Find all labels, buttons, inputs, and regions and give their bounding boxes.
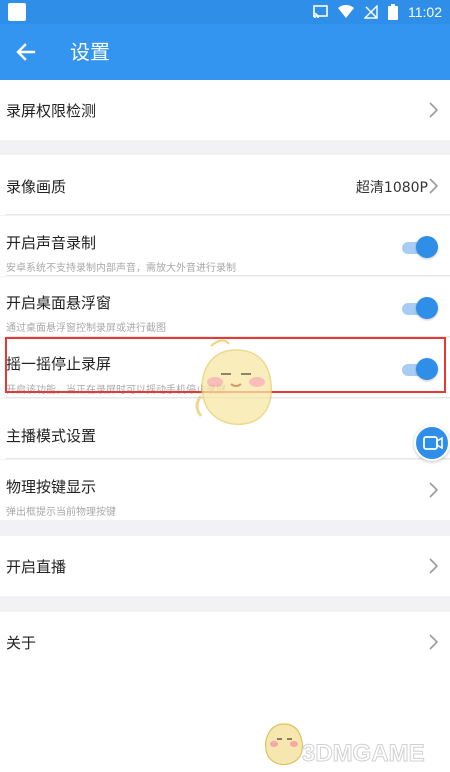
no-signal-icon [364, 5, 378, 19]
chevron-right-icon [429, 558, 438, 574]
app-bar: 设置 [0, 24, 450, 80]
page-title: 设置 [70, 40, 110, 64]
setting-audio-recording[interactable]: 开启声音录制 安卓系统不支持录制内部声音，需放大外音进行录制 [0, 216, 450, 276]
video-camera-icon [423, 436, 443, 450]
setting-label: 物理按键显示 [6, 478, 97, 496]
setting-label: 开启桌面悬浮窗 [6, 294, 112, 312]
setting-label: 主播模式设置 [6, 427, 97, 445]
setting-label: 关于 [6, 634, 37, 652]
setting-label: 开启直播 [6, 558, 67, 576]
chevron-right-icon [429, 482, 438, 498]
setting-physical-keys-display[interactable]: 物理按键显示 弹出框提示当前物理按键 [0, 460, 450, 520]
mascot-icon [195, 339, 272, 426]
wifi-icon [338, 5, 354, 18]
setting-description: 弹出框提示当前物理按键 [6, 507, 116, 518]
setting-label: 录像画质 [6, 178, 67, 196]
divider [6, 458, 450, 459]
setting-video-quality[interactable]: 录像画质 超清1080P [0, 155, 450, 215]
chevron-right-icon [429, 178, 438, 194]
setting-description: 安卓系统不支持录制内部声音，需放大外音进行录制 [6, 263, 236, 274]
setting-record-permission-check[interactable]: 录屏权限检测 [0, 80, 450, 140]
setting-label: 录屏权限检测 [6, 102, 97, 120]
notification-icon [8, 3, 26, 21]
cast-icon [312, 5, 328, 19]
watermark-mascot-icon [265, 723, 303, 766]
watermark-text: 3DMGAME [302, 740, 426, 768]
divider [6, 275, 450, 276]
back-arrow-icon[interactable] [14, 40, 38, 64]
setting-start-live[interactable]: 开启直播 [0, 536, 450, 596]
battery-icon [388, 4, 398, 20]
video-quality-value: 超清1080P [355, 180, 428, 196]
floating-record-button[interactable] [414, 425, 450, 461]
status-bar: 11:02 [0, 0, 450, 24]
setting-floating-window[interactable]: 开启桌面悬浮窗 通过桌面悬浮窗控制录屏或进行截图 [0, 277, 450, 337]
divider [6, 214, 450, 215]
setting-description: 通过桌面悬浮窗控制录屏或进行截图 [6, 323, 166, 334]
chevron-right-icon [429, 102, 438, 118]
status-time: 11:02 [408, 4, 442, 20]
floating-window-toggle[interactable] [402, 297, 438, 321]
chevron-right-icon [429, 634, 438, 650]
setting-label: 开启声音录制 [6, 234, 97, 252]
audio-recording-toggle[interactable] [402, 236, 438, 260]
